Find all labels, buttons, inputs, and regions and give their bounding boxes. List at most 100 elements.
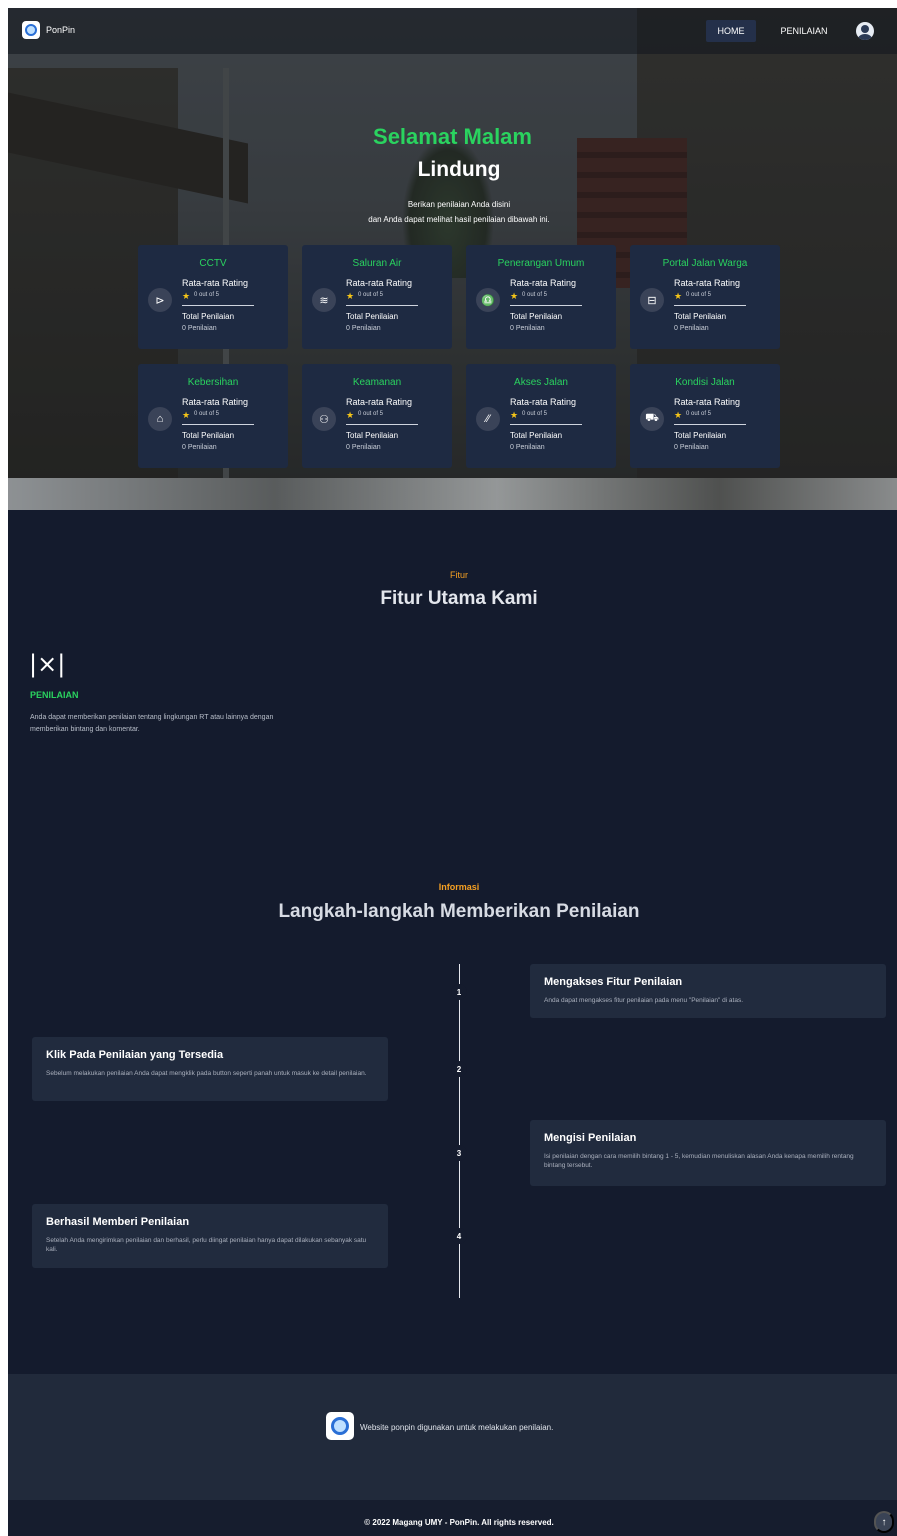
timeline-line [459,964,460,1298]
rating-label: Rata-rata Rating [510,278,577,288]
trash-icon: ⌂ [148,407,172,431]
step-title: Klik Pada Penilaian yang Tersedia [46,1049,224,1061]
rating-card[interactable]: Penerangan Umum ♎ Rata-rata Rating ★ 0 o… [466,245,616,349]
step-description: Isi penilaian dengan cara memilih bintan… [544,1153,854,1169]
brand-logo-icon[interactable] [22,21,40,39]
total-value: 0 Penilaian [346,325,381,332]
total-value: 0 Penilaian [674,325,709,332]
security-icon: ⚇ [312,407,336,431]
star-icon: ★ [346,291,355,301]
car-icon: ⛟ [640,407,664,431]
rating-card-title: Akses Jalan [514,377,568,388]
step-title: Mengisi Penilaian [544,1132,637,1144]
nav-penilaian-link[interactable]: PENILAIAN [772,20,836,42]
rating-card[interactable]: CCTV ⊳ Rata-rata Rating ★ 0 out of 5 Tot… [138,245,288,349]
total-value: 0 Penilaian [510,325,545,332]
rating-label: Rata-rata Rating [182,397,249,407]
footer-logo-icon [326,1412,354,1440]
greeting-text: Selamat Malam [373,124,532,149]
nav-home-link[interactable]: HOME [706,20,756,42]
rating-score: 0 out of 5 [686,411,712,417]
total-value: 0 Penilaian [346,444,381,451]
card-divider [510,424,582,425]
fitur-title: Fitur Utama Kami [380,588,538,609]
hero-subtitle-2: dan Anda dapat melihat hasil penilaian d… [368,215,550,224]
timeline-step-number: 2 [451,1061,467,1077]
rating-card-title: Portal Jalan Warga [662,258,748,269]
scroll-to-top-button[interactable]: ↑ [874,1511,894,1533]
total-value: 0 Penilaian [674,444,709,451]
timeline-step-number: 3 [451,1145,467,1161]
rating-card-title: Kondisi Jalan [675,377,735,388]
total-label: Total Penilaian [182,431,235,440]
rating-card-title: CCTV [199,258,227,269]
total-label: Total Penilaian [346,431,399,440]
card-divider [674,305,746,306]
card-divider [674,424,746,425]
card-divider [182,305,254,306]
rating-label: Rata-rata Rating [346,278,413,288]
feature-description: Anda dapat memberikan penilaian tentang … [30,714,274,733]
informasi-title: Langkah-langkah Memberikan Penilaian [278,901,640,922]
total-label: Total Penilaian [346,312,399,321]
footer-text: Website ponpin digunakan untuk melakukan… [360,1423,554,1432]
step-title: Berhasil Memberi Penilaian [46,1216,190,1228]
rating-label: Rata-rata Rating [182,278,249,288]
rating-card-title: Keamanan [352,377,402,388]
rating-card[interactable]: Keamanan ⚇ Rata-rata Rating ★ 0 out of 5… [302,364,452,468]
rating-card-title: Saluran Air [352,258,402,269]
fitur-tag: Fitur [450,570,468,580]
card-divider [182,424,254,425]
penilaian-icon: |×| [29,650,66,678]
water-channel-icon: ≋ [312,288,336,312]
rating-card[interactable]: Kondisi Jalan ⛟ Rata-rata Rating ★ 0 out… [630,364,780,468]
total-label: Total Penilaian [674,431,727,440]
timeline-step-card: Berhasil Memberi Penilaian Setelah Anda … [32,1204,388,1268]
feature-heading: PENILAIAN [30,690,79,700]
total-label: Total Penilaian [674,312,727,321]
total-value: 0 Penilaian [182,444,217,451]
rating-score: 0 out of 5 [522,292,548,298]
user-avatar-icon[interactable] [856,22,874,40]
timeline-step-card: Klik Pada Penilaian yang Tersedia Sebelu… [32,1037,388,1101]
star-icon: ★ [510,291,519,301]
rating-card-title: Kebersihan [187,377,239,388]
rating-score: 0 out of 5 [686,292,712,298]
step-title: Mengakses Fitur Penilaian [544,976,683,988]
street-light-icon: ♎ [476,288,500,312]
rating-card[interactable]: Saluran Air ≋ Rata-rata Rating ★ 0 out o… [302,245,452,349]
timeline-step-card: Mengisi Penilaian Isi penilaian dengan c… [530,1120,886,1186]
total-value: 0 Penilaian [510,444,545,451]
rating-label: Rata-rata Rating [674,278,741,288]
user-name: Lindung [417,158,501,181]
rating-card[interactable]: Akses Jalan ⁄⁄ Rata-rata Rating ★ 0 out … [466,364,616,468]
step-description: Setelah Anda mengirimkan penilaian dan b… [46,1237,367,1253]
timeline-step-card: Mengakses Fitur Penilaian Anda dapat men… [530,964,886,1018]
gate-icon: ⊟ [640,288,664,312]
rating-score: 0 out of 5 [522,411,548,417]
page: PonPin HOME PENILAIAN Selamat Malam Lind… [8,8,897,1536]
total-label: Total Penilaian [510,312,563,321]
brand-name[interactable]: PonPin [46,25,75,35]
rating-card[interactable]: Kebersihan ⌂ Rata-rata Rating ★ 0 out of… [138,364,288,468]
card-divider [510,305,582,306]
rating-score: 0 out of 5 [358,292,384,298]
step-description: Sebelum melakukan penilaian Anda dapat m… [46,1070,367,1077]
rating-score: 0 out of 5 [358,411,384,417]
copyright-text: © 2022 Magang UMY - PonPin. All rights r… [364,1518,554,1527]
informasi-tag: Informasi [438,882,480,892]
star-icon: ★ [182,291,191,301]
hero-section: PonPin HOME PENILAIAN Selamat Malam Lind… [8,8,897,510]
footer [8,1374,897,1500]
star-icon: ★ [510,410,519,420]
star-icon: ★ [346,410,355,420]
total-label: Total Penilaian [510,431,563,440]
step-description: Anda dapat mengakses fitur penilaian pad… [544,997,744,1004]
rating-label: Rata-rata Rating [346,397,413,407]
hero-subtitle-1: Berikan penilaian Anda disini [407,200,511,209]
rating-label: Rata-rata Rating [510,397,577,407]
rating-label: Rata-rata Rating [674,397,741,407]
rating-card[interactable]: Portal Jalan Warga ⊟ Rata-rata Rating ★ … [630,245,780,349]
rating-score: 0 out of 5 [194,292,220,298]
rating-card-title: Penerangan Umum [497,258,585,269]
